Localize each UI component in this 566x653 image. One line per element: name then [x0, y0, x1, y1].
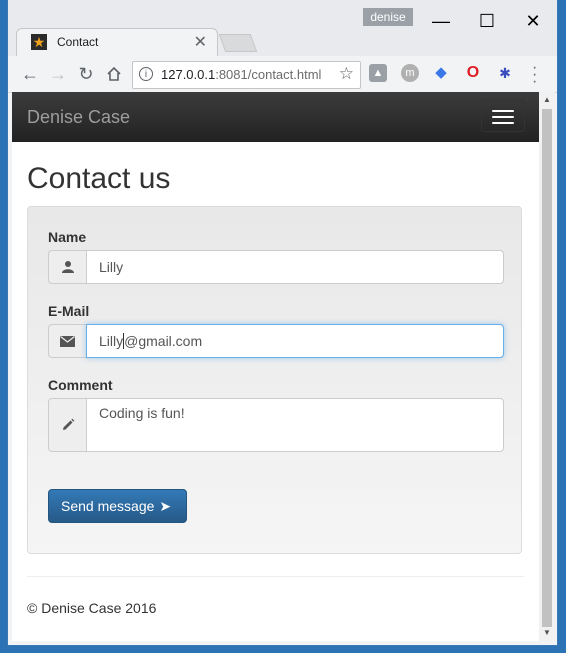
pencil-icon	[48, 398, 87, 452]
maximize-button[interactable]: ☐	[464, 6, 510, 36]
navbar: Denise Case	[12, 92, 539, 142]
page-title: Contact us	[27, 162, 171, 195]
page-viewport: Denise Case Contact us Name Lilly E-Mail	[12, 92, 539, 641]
browser-chrome: denise — ☐ ✕ ★ Contact ✕ ← → ↻ i 127.0.0…	[8, 0, 557, 645]
forward-icon[interactable]: →	[46, 62, 70, 86]
minimize-button[interactable]: —	[418, 6, 464, 36]
contact-form: Name Lilly E-Mail Lilly@gmail.com Commen…	[27, 206, 522, 554]
tab-contact[interactable]: ★ Contact ✕	[16, 28, 218, 57]
profile-badge[interactable]: denise	[363, 8, 413, 26]
star-icon: ★	[31, 34, 47, 50]
scrollbar-thumb[interactable]	[542, 109, 552, 627]
envelope-icon	[48, 324, 87, 358]
back-icon[interactable]: ←	[18, 62, 42, 86]
name-field[interactable]: Lilly	[86, 250, 504, 284]
drive-icon[interactable]: ▲	[369, 64, 387, 82]
hamburger-bar	[492, 116, 514, 118]
opera-icon[interactable]: O	[464, 64, 482, 82]
m-icon[interactable]: m	[401, 64, 419, 82]
address-bar[interactable]: i 127.0.0.1:8081/contact.html ☆	[132, 61, 361, 89]
url-text[interactable]: 127.0.0.1:8081/contact.html	[161, 67, 321, 82]
hamburger-menu-button[interactable]	[481, 100, 525, 132]
vertical-scrollbar[interactable]: ▲ ▼	[539, 92, 555, 641]
email-input-group: Lilly@gmail.com	[48, 324, 504, 358]
title-bar: denise — ☐ ✕ ★ Contact ✕	[8, 0, 557, 57]
navbar-brand[interactable]: Denise Case	[27, 107, 130, 128]
user-icon	[48, 250, 87, 284]
diamond-icon[interactable]: ◆	[432, 64, 450, 82]
bug-icon[interactable]: ✱	[496, 64, 514, 82]
menu-dots-icon[interactable]: · · ·	[532, 60, 537, 90]
tab-close-icon[interactable]: ✕	[194, 32, 207, 52]
info-icon[interactable]: i	[139, 67, 153, 81]
browser-toolbar: ← → ↻ i 127.0.0.1:8081/contact.html ☆ ▲ …	[8, 56, 557, 93]
hamburger-bar	[492, 110, 514, 112]
home-icon[interactable]	[102, 62, 126, 86]
close-window-button[interactable]: ✕	[510, 6, 556, 36]
footer-divider	[27, 576, 524, 577]
new-tab-button[interactable]	[218, 34, 258, 52]
scroll-down-arrow[interactable]: ▼	[539, 625, 555, 641]
scroll-up-arrow[interactable]: ▲	[539, 92, 555, 108]
send-icon: ➤	[159, 498, 172, 514]
comment-label: Comment	[48, 377, 113, 393]
send-message-button[interactable]: Send message ➤	[48, 489, 187, 523]
name-input-group: Lilly	[48, 250, 504, 284]
comment-textarea[interactable]: Coding is fun!	[86, 398, 504, 452]
email-field[interactable]: Lilly@gmail.com	[86, 324, 504, 358]
tab-title: Contact	[57, 35, 99, 49]
comment-input-group: Coding is fun!	[48, 398, 504, 452]
footer-text: © Denise Case 2016	[27, 600, 157, 616]
browser-window: denise — ☐ ✕ ★ Contact ✕ ← → ↻ i 127.0.0…	[0, 0, 566, 653]
reload-icon[interactable]: ↻	[74, 62, 98, 86]
email-label: E-Mail	[48, 303, 90, 319]
hamburger-bar	[492, 122, 514, 124]
name-label: Name	[48, 229, 87, 245]
bookmark-star-icon[interactable]: ☆	[339, 64, 354, 84]
